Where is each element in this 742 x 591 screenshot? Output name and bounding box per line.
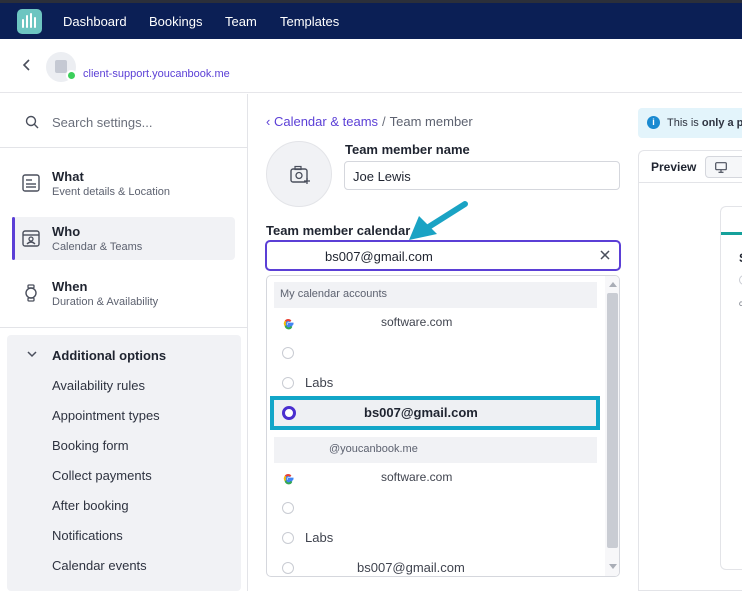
back-chevron-icon[interactable] — [20, 57, 34, 73]
calendar-option[interactable]: Labs — [267, 523, 607, 553]
link-availability-rules[interactable]: Availability rules — [52, 378, 145, 393]
info-banner-text: This is only a pr — [667, 117, 742, 129]
radio-icon — [282, 562, 294, 574]
app-logo-icon[interactable] — [17, 9, 42, 34]
member-photo-upload[interactable] — [266, 141, 332, 207]
nav-bookings[interactable]: Bookings — [149, 14, 202, 29]
radio-icon — [282, 502, 294, 514]
sidebar-item-title: What — [52, 169, 84, 184]
add-photo-icon — [290, 165, 310, 184]
selected-option-background: bs007@gmail.com — [274, 400, 596, 426]
calendar-option[interactable] — [267, 493, 607, 523]
calendar-option-text: Labs — [305, 530, 334, 545]
calendar-select-value: bs007@gmail.com — [325, 249, 433, 264]
calendar-option[interactable] — [267, 338, 607, 368]
team-member-name-input[interactable]: Joe Lewis — [344, 161, 620, 190]
sidebar-item-what[interactable]: What Event details & Location — [12, 162, 235, 205]
scroll-up-icon[interactable] — [609, 281, 617, 287]
calendar-option-text: bs007@gmail.com — [364, 405, 478, 420]
settings-search[interactable]: Search settings... — [0, 94, 247, 148]
link-appointment-types[interactable]: Appointment types — [52, 408, 160, 423]
calendar-option[interactable]: Labs — [267, 368, 607, 398]
search-icon — [25, 115, 39, 129]
sidebar-item-when[interactable]: When Duration & Availability — [12, 272, 235, 315]
info-banner: i This is only a pr — [638, 108, 742, 138]
sidebar-item-who[interactable]: Who Calendar & Teams — [12, 217, 235, 260]
team-member-name-label: Team member name — [345, 142, 470, 157]
google-icon — [283, 319, 294, 330]
sidebar-item-subtitle: Duration & Availability — [52, 296, 159, 308]
online-status-dot — [66, 70, 77, 81]
sidebar-item-subtitle: Event details & Location — [52, 186, 171, 198]
link-notifications[interactable]: Notifications — [52, 528, 123, 543]
who-icon — [22, 230, 40, 247]
clear-icon[interactable] — [598, 248, 612, 262]
scroll-down-icon[interactable] — [609, 564, 617, 570]
preview-title: Preview — [651, 160, 697, 174]
nav-team[interactable]: Team — [225, 14, 257, 29]
link-booking-form[interactable]: Booking form — [52, 438, 129, 453]
calendar-option-text: software.com — [381, 470, 453, 484]
breadcrumb-parent-link[interactable]: Calendar & teams — [274, 114, 378, 129]
what-icon — [22, 174, 40, 192]
sidebar-item-subtitle: Calendar & Teams — [52, 241, 143, 253]
monitor-icon — [715, 162, 727, 173]
link-calendar-events[interactable]: Calendar events — [52, 558, 147, 573]
chevron-down-icon[interactable] — [26, 349, 38, 359]
preview-accent-bar — [721, 232, 742, 235]
calendar-dropdown-list[interactable]: My calendar accounts software.com Labs b… — [266, 275, 620, 577]
nav-dashboard[interactable]: Dashboard — [63, 14, 127, 29]
radio-icon — [282, 377, 294, 389]
settings-sidebar: Search settings... What Event details & … — [0, 94, 248, 591]
dropdown-group-header: My calendar accounts — [274, 282, 597, 308]
radio-icon — [282, 532, 294, 544]
search-placeholder: Search settings... — [52, 115, 153, 130]
sidebar-divider — [0, 327, 247, 328]
breadcrumb-current: Team member — [389, 114, 473, 129]
sidebar-item-title: Who — [52, 224, 81, 239]
radio-icon — [282, 347, 294, 359]
info-icon: i — [647, 116, 660, 129]
calendar-option-text: software.com — [381, 315, 453, 329]
preview-header: Preview — [639, 151, 742, 183]
account-domain-link[interactable]: client-support.youcanbook.me — [83, 68, 230, 80]
calendar-option-selected[interactable]: bs007@gmail.com — [270, 396, 600, 430]
google-icon — [283, 474, 294, 485]
preview-booking-page: S c — [720, 206, 742, 570]
account-header: client-support.youcanbook.me — [0, 39, 742, 93]
calendar-option[interactable]: software.com — [267, 308, 607, 338]
additional-options-toggle[interactable]: Additional options — [52, 348, 166, 363]
calendar-option-text: Labs — [305, 375, 334, 390]
radio-selected-icon — [282, 406, 296, 420]
dropdown-group-header: @youcanbook.me — [274, 437, 597, 463]
when-icon — [25, 284, 37, 302]
team-member-calendar-label: Team member calendar — [266, 223, 411, 238]
calendar-option[interactable]: software.com — [267, 463, 607, 493]
additional-options-panel: Additional options Availability rules Ap… — [7, 335, 241, 591]
annotation-arrow-icon — [409, 201, 468, 240]
sidebar-item-title: When — [52, 279, 88, 294]
desktop-view-button[interactable] — [705, 156, 742, 178]
link-after-booking[interactable]: After booking — [52, 498, 129, 513]
breadcrumb: ‹ Calendar & teams / Team member — [266, 114, 473, 129]
top-navigation: Dashboard Bookings Team Templates — [0, 0, 742, 39]
team-member-calendar-select[interactable]: bs007@gmail.com — [265, 240, 621, 271]
nav-templates[interactable]: Templates — [280, 14, 339, 29]
breadcrumb-separator: / — [382, 114, 386, 129]
breadcrumb-back-icon[interactable]: ‹ — [266, 114, 270, 129]
link-collect-payments[interactable]: Collect payments — [52, 468, 152, 483]
calendar-option[interactable]: bs007@gmail.com — [267, 553, 607, 576]
calendar-option-text: bs007@gmail.com — [357, 560, 465, 575]
scrollbar-thumb[interactable] — [607, 293, 618, 548]
preview-panel: Preview S c — [638, 150, 742, 591]
